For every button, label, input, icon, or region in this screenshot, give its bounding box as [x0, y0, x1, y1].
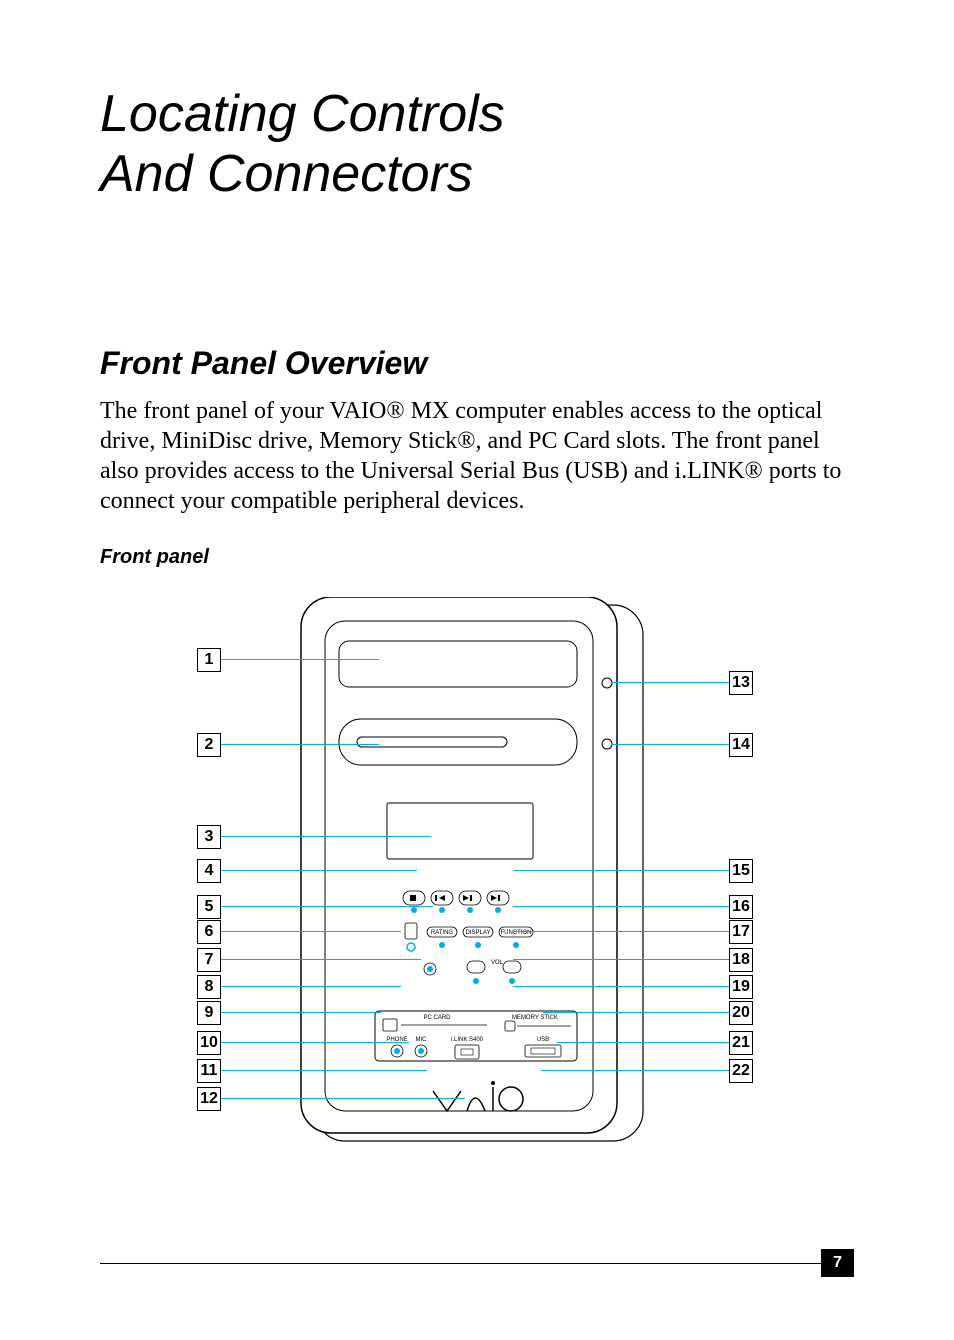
label-memory-stick: MEMORY STICK: [512, 1015, 558, 1021]
chapter-title-line1: Locating Controls: [100, 85, 505, 143]
display-window: [387, 803, 533, 859]
section-body: The front panel of your VAIO® MX compute…: [100, 396, 854, 516]
label-ilink: i.LINK S400: [451, 1037, 484, 1043]
page-footer: 7: [100, 1263, 854, 1294]
chapter-title-line2: And Connectors: [100, 145, 473, 203]
section-title: Front Panel Overview: [100, 345, 854, 382]
front-panel-svg: RATING DISPLAY FUNCTION VOL: [197, 597, 757, 1157]
label-vol: VOL: [491, 960, 504, 966]
chapter-title: Locating Controls And Connectors: [100, 85, 854, 205]
ports-panel: PC CARD MEMORY STICK PHONE MIC i.LINK S4…: [375, 1011, 577, 1061]
label-rating: RATING: [431, 930, 454, 936]
label-display: DISPLAY: [466, 930, 491, 936]
optical-bay: [339, 641, 577, 687]
page-number: 7: [821, 1249, 854, 1277]
document-page: Locating Controls And Connectors Front P…: [0, 0, 954, 1340]
md-slot: [357, 737, 507, 747]
label-usb: USB: [537, 1037, 549, 1043]
front-panel-diagram: 1 2 3 4 5 6 7 8 9 10 11 12 13 14 15 16 1…: [197, 597, 757, 1157]
figure-caption: Front panel: [100, 546, 854, 569]
label-pc-card: PC CARD: [423, 1015, 451, 1021]
optical-eject-icon: [602, 678, 612, 688]
label-mic: MIC: [416, 1037, 428, 1043]
